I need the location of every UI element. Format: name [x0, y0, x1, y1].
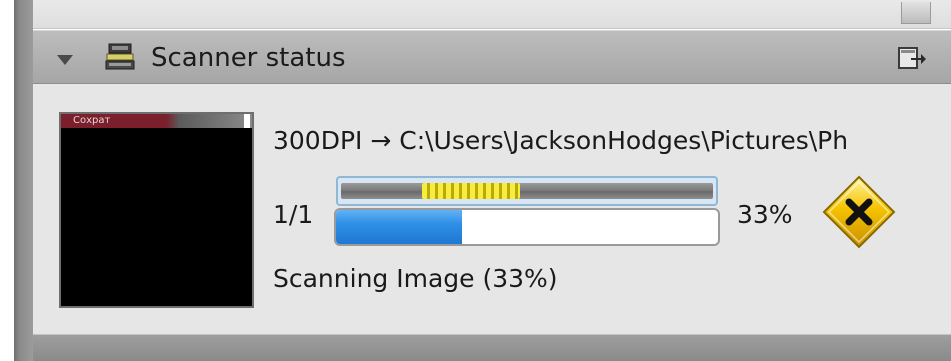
scan-progress-fill: [336, 210, 463, 244]
progress-percent: 33%: [737, 200, 793, 229]
marquee-track: [341, 183, 713, 199]
panel-bottom-bar: [33, 334, 951, 361]
scanner-icon: [105, 43, 135, 70]
panel-title: Scanner status: [151, 43, 346, 73]
scanner-status-panel: Сохрат 300DPI → C:\Users\JacksonHodges\P…: [33, 84, 951, 334]
page-counter: 1/1: [273, 200, 314, 229]
scan-status-text: Scanning Image (33%): [273, 264, 558, 293]
marquee-indicator: [422, 183, 520, 199]
thumbnail-corner: [244, 114, 250, 128]
cancel-scan-icon[interactable]: [821, 174, 897, 250]
scan-activity-marquee: [336, 176, 718, 206]
scanner-status-window: Scanner status Сохрат 300DPI → C:\Users\…: [0, 0, 951, 361]
scan-destination-path: 300DPI → C:\Users\JacksonHodges\Pictures…: [273, 126, 849, 155]
top-panel-strip: [33, 0, 951, 29]
scan-preview-thumbnail: Сохрат: [59, 112, 254, 308]
panel-header[interactable]: Scanner status: [33, 30, 951, 84]
window-left-frame: [14, 0, 33, 361]
panel-corner-icon[interactable]: [901, 2, 931, 24]
scan-progress-bar: [334, 208, 720, 246]
thumbnail-label: Сохрат: [73, 115, 111, 126]
detach-panel-icon[interactable]: [897, 45, 927, 71]
collapse-triangle-icon[interactable]: [57, 55, 73, 65]
